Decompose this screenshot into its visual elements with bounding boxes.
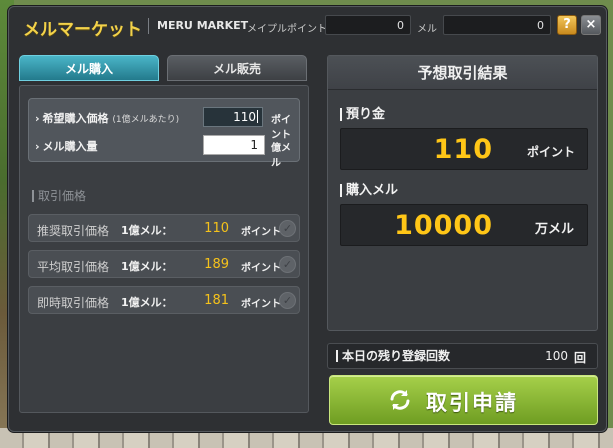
buy-panel: › 希望購入価格 (1億メルあたり) 110 ポイント › メル購入量 1 億メル … [19,85,309,413]
result-panel: 予想取引結果 預り金 110 ポイント 購入メル 10000 万メル [327,55,598,331]
meru-value: 0 [443,15,551,35]
daily-limit-label: 本日の残り登録回数 [336,350,450,362]
check-icon[interactable]: ✓ [279,256,296,273]
price-label: 希望購入価格 [42,112,109,125]
close-icon: × [585,17,597,32]
qty-unit: 億メル [271,143,291,169]
deposit-box: 110 ポイント [340,128,588,170]
maple-points-value: 0 [325,15,411,35]
daily-limit-value: 100 [545,349,568,363]
price-row-label: 推奨取引価格 [37,224,110,238]
buy-input-block: › 希望購入価格 (1億メルあたり) 110 ポイント › メル購入量 1 億メル [28,98,300,169]
price-input[interactable]: 110 [203,107,263,127]
price-row-recommended: 推奨取引価格 1億メル： 110 ポイント ✓ [28,214,300,242]
price-row-label: 即時取引価格 [37,296,110,310]
price-row-label: › 希望購入価格 (1億メルあたり) [35,110,179,126]
price-row-value: 181 [204,293,229,308]
tab-buy-meru[interactable]: メル購入 [19,55,159,81]
price-input-value: 110 [233,110,256,124]
chevron-right-icon: › [35,112,40,125]
price-row-label: 平均取引価格 [37,260,110,274]
quantity-input[interactable]: 1 [203,135,265,155]
deposit-label: 預り金 [340,108,385,121]
window-title: メルマーケット [23,20,142,40]
price-row-instant: 即時取引価格 1億メル： 181 ポイント ✓ [28,286,300,314]
purchase-box: 10000 万メル [340,204,588,246]
daily-limit-unit: 回 [574,351,587,365]
purchase-value: 10000 [394,210,493,241]
submit-label: 取引申請 [426,391,518,415]
question-icon: ? [563,17,571,32]
trade-price-section-title: 取引価格 [32,190,86,202]
qty-row-label: › メル購入量 [35,138,98,154]
check-icon[interactable]: ✓ [279,292,296,309]
price-row-unit: ポイント [241,299,281,310]
title-divider [148,18,149,34]
window-subtitle: MERU MARKET [157,19,249,32]
price-row-per: 1億メル： [121,296,173,309]
purchase-unit: 万メル [535,222,575,237]
title-bar[interactable]: メルマーケット MERU MARKET メイプルポイント 0 メル 0 ? × [9,7,606,45]
price-unit: ポイント [271,115,291,141]
tab-sell-meru[interactable]: メル販売 [167,55,307,81]
price-row-unit: ポイント [241,263,281,274]
submit-trade-button[interactable]: 取引申請 [329,375,598,425]
deposit-value: 110 [433,134,493,165]
price-row-value: 110 [204,221,229,236]
deposit-unit: ポイント [527,145,576,159]
price-row-per: 1億メル： [121,224,173,237]
price-note: (1億メルあたり) [112,115,180,125]
close-button[interactable]: × [581,15,601,35]
refresh-icon [390,390,410,410]
maple-points-label: メイプルポイント [247,24,327,35]
help-button[interactable]: ? [557,15,577,35]
price-row-unit: ポイント [241,227,281,238]
result-title: 予想取引結果 [328,56,597,90]
price-row-value: 189 [204,257,229,272]
daily-limit-bar: 本日の残り登録回数 100 回 [327,343,598,369]
meru-label: メル [417,24,437,35]
text-caret [257,110,258,123]
chevron-right-icon: › [35,140,40,153]
price-row-per: 1億メル： [121,260,173,273]
qty-label: メル購入量 [42,140,98,153]
purchase-label: 購入メル [340,184,398,197]
price-row-average: 平均取引価格 1億メル： 189 ポイント ✓ [28,250,300,278]
check-icon[interactable]: ✓ [279,220,296,237]
meru-market-window: メルマーケット MERU MARKET メイプルポイント 0 メル 0 ? × … [8,6,607,432]
